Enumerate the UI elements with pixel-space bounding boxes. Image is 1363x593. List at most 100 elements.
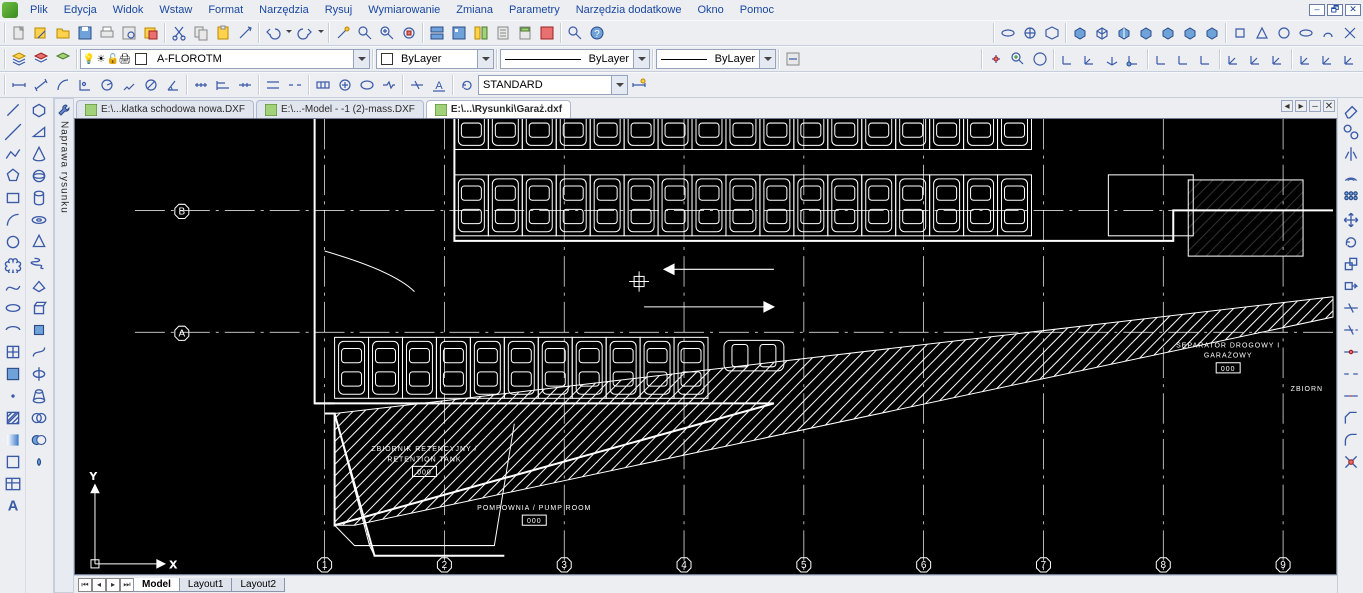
- open-icon[interactable]: [53, 23, 73, 43]
- region-icon[interactable]: [3, 452, 23, 472]
- view-icon-3[interactable]: [1042, 23, 1062, 43]
- layout-tab-2[interactable]: Layout2: [231, 578, 285, 592]
- menu-help[interactable]: Pomoc: [732, 2, 782, 18]
- document-tab[interactable]: E:\...\Rysunki\Garaż.dxf: [426, 100, 571, 118]
- table-icon[interactable]: [3, 474, 23, 494]
- arc-icon[interactable]: [3, 210, 23, 230]
- revolve-icon[interactable]: [29, 364, 49, 384]
- menu-file[interactable]: Plik: [22, 2, 56, 18]
- solid-2-icon[interactable]: [1252, 23, 1272, 43]
- ellipse-arc-icon[interactable]: [3, 320, 23, 340]
- solid-4-icon[interactable]: [1296, 23, 1316, 43]
- dim-jogged-icon[interactable]: [119, 75, 139, 95]
- layer-prev-icon[interactable]: [53, 49, 73, 69]
- torus-3d-icon[interactable]: [29, 210, 49, 230]
- chevron-down-icon[interactable]: [353, 50, 369, 68]
- nav-2-icon[interactable]: [1008, 49, 1028, 69]
- solid-5-icon[interactable]: [1318, 23, 1338, 43]
- move-icon[interactable]: [1341, 210, 1361, 230]
- dim-update-icon[interactable]: [457, 75, 477, 95]
- wedge-3d-icon[interactable]: [29, 122, 49, 142]
- dim-space-icon[interactable]: [263, 75, 283, 95]
- view-icon-2[interactable]: [1020, 23, 1040, 43]
- tab-minimize-icon[interactable]: –: [1309, 100, 1321, 112]
- center-mark-icon[interactable]: [335, 75, 355, 95]
- menu-edit[interactable]: Edycja: [56, 2, 105, 18]
- loft-icon[interactable]: [29, 386, 49, 406]
- nav-3-icon[interactable]: [1030, 49, 1050, 69]
- zoom-realtime-icon[interactable]: [355, 23, 375, 43]
- dim-radius-icon[interactable]: [97, 75, 117, 95]
- sweep-icon[interactable]: [29, 342, 49, 362]
- mirror-icon[interactable]: [1341, 144, 1361, 164]
- sphere-3d-icon[interactable]: [29, 166, 49, 186]
- circle-icon[interactable]: [3, 232, 23, 252]
- stretch-icon[interactable]: [1341, 276, 1361, 296]
- lineweight-combo[interactable]: ByLayer: [656, 49, 776, 69]
- tab-scroll-left-icon[interactable]: ◂: [1281, 100, 1293, 112]
- line-icon[interactable]: [3, 100, 23, 120]
- sheet-set-icon[interactable]: [493, 23, 513, 43]
- mtext-icon[interactable]: A: [3, 496, 23, 516]
- xline-icon[interactable]: [3, 122, 23, 142]
- props-extra-icon[interactable]: [783, 49, 803, 69]
- dim-quick-icon[interactable]: [191, 75, 211, 95]
- revcloud-icon[interactable]: [3, 254, 23, 274]
- ucs-2-icon[interactable]: [1080, 49, 1100, 69]
- menu-window[interactable]: Okno: [690, 2, 732, 18]
- dimstyle-combo[interactable]: STANDARD: [478, 75, 628, 95]
- undo-icon[interactable]: [263, 23, 283, 43]
- design-center-icon[interactable]: [449, 23, 469, 43]
- menu-dim[interactable]: Wymiarowanie: [360, 2, 448, 18]
- zoom-window-icon[interactable]: [377, 23, 397, 43]
- break-icon[interactable]: [1341, 364, 1361, 384]
- publish-icon[interactable]: [141, 23, 161, 43]
- hatch-icon[interactable]: [3, 408, 23, 428]
- color-combo[interactable]: ByLayer: [376, 49, 494, 69]
- window-close-button[interactable]: ✕: [1345, 4, 1361, 16]
- entity-info-icon[interactable]: [427, 23, 447, 43]
- solid-3-icon[interactable]: [1274, 23, 1294, 43]
- chevron-down-icon[interactable]: [633, 50, 649, 68]
- chevron-down-icon[interactable]: [759, 50, 775, 68]
- iso-box-2-icon[interactable]: [1092, 23, 1112, 43]
- subtract-icon[interactable]: [29, 430, 49, 450]
- layer-states-icon[interactable]: [31, 49, 51, 69]
- layout-last-icon[interactable]: ⏭: [120, 578, 134, 592]
- layout-first-icon[interactable]: ⏮: [78, 578, 92, 592]
- print-icon[interactable]: [97, 23, 117, 43]
- wizard-icon[interactable]: [31, 23, 51, 43]
- erase-icon[interactable]: [1341, 100, 1361, 120]
- box-3d-icon[interactable]: [29, 100, 49, 120]
- dim-continue-icon[interactable]: [235, 75, 255, 95]
- document-tab[interactable]: E:\...klatka schodowa nowa.DXF: [76, 100, 254, 118]
- calc-icon[interactable]: [515, 23, 535, 43]
- print-preview-icon[interactable]: [119, 23, 139, 43]
- tab-close-icon[interactable]: ✕: [1323, 100, 1335, 112]
- zoom-icon[interactable]: [565, 23, 585, 43]
- dimstyle-manager-icon[interactable]: [629, 75, 649, 95]
- trim-icon[interactable]: [1341, 298, 1361, 318]
- ucs-11-icon[interactable]: [1296, 49, 1316, 69]
- point-icon[interactable]: [3, 386, 23, 406]
- rotate-icon[interactable]: [1341, 232, 1361, 252]
- chevron-down-icon[interactable]: [611, 76, 627, 94]
- ucs-13-icon[interactable]: [1340, 49, 1360, 69]
- extend-icon[interactable]: [1341, 320, 1361, 340]
- chamfer-icon[interactable]: [1341, 408, 1361, 428]
- audit-icon[interactable]: [333, 23, 353, 43]
- union-icon[interactable]: [29, 408, 49, 428]
- fillet-icon[interactable]: [1341, 430, 1361, 450]
- copy-obj-icon[interactable]: [1341, 122, 1361, 142]
- break-pt-icon[interactable]: [1341, 342, 1361, 362]
- rect-icon[interactable]: [3, 188, 23, 208]
- iso-box-6-icon[interactable]: [1180, 23, 1200, 43]
- menu-insert[interactable]: Wstaw: [151, 2, 200, 18]
- cone-3d-icon[interactable]: [29, 144, 49, 164]
- copy-icon[interactable]: [191, 23, 211, 43]
- document-tab[interactable]: E:\...-Model - -1 (2)-mass.DXF: [256, 100, 424, 118]
- ucs-10-icon[interactable]: [1268, 49, 1288, 69]
- join-icon[interactable]: [1341, 386, 1361, 406]
- iso-box-3-icon[interactable]: [1114, 23, 1134, 43]
- intersect-icon[interactable]: [29, 452, 49, 472]
